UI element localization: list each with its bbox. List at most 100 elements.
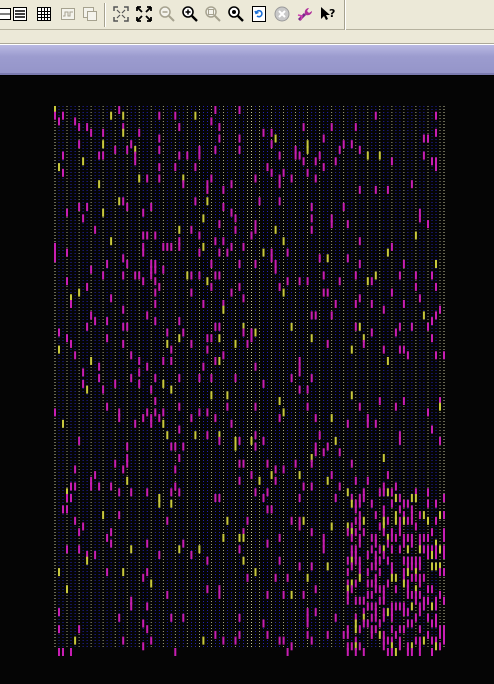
- layout-cell-mark: [398, 545, 401, 554]
- layout-cell-mark: [86, 203, 89, 211]
- layout-cell-mark: [439, 630, 441, 639]
- layout-cell-mark: [178, 225, 181, 234]
- layout-cell-mark: [338, 448, 341, 457]
- magnifier-area-icon: [204, 5, 222, 23]
- layout-cell-mark: [410, 562, 413, 571]
- layout-cell-mark: [366, 619, 369, 628]
- layout-cell-mark: [254, 568, 257, 577]
- layout-cell-mark: [443, 596, 445, 605]
- layout-cell-mark: [186, 271, 189, 280]
- layout-cell-mark: [126, 459, 129, 468]
- layout-cell-mark: [366, 151, 369, 160]
- layout-cell-mark: [178, 402, 181, 411]
- layout-cell-mark: [390, 157, 393, 166]
- layout-cell-mark: [334, 157, 337, 166]
- layout-cell-mark: [186, 151, 189, 160]
- layout-cell-mark: [110, 528, 113, 537]
- layout-cell-mark: [414, 613, 417, 622]
- layout-cell-mark: [78, 288, 81, 297]
- layout-cell-mark: [290, 374, 293, 383]
- toolbar: ?: [0, 0, 494, 30]
- zoom-select-button[interactable]: [226, 4, 246, 24]
- layout-cell-mark: [74, 516, 77, 525]
- layout-cell-mark: [350, 533, 353, 542]
- layout-cell-mark: [242, 556, 245, 565]
- layout-cell-mark: [214, 322, 217, 331]
- window-title-bar[interactable]: [0, 44, 494, 75]
- magnifier-minus-icon: [158, 5, 176, 23]
- layout-cell-mark: [422, 311, 425, 320]
- layout-cell-mark: [431, 317, 433, 326]
- layout-cell-mark: [234, 214, 237, 223]
- layout-cell-mark: [94, 471, 97, 480]
- layout-cell-mark: [274, 265, 277, 274]
- layout-cell-mark: [431, 648, 433, 656]
- zoom-in-button[interactable]: [180, 4, 200, 24]
- layout-cell-mark: [435, 551, 437, 559]
- layout-cell-mark: [142, 414, 145, 423]
- zoom-fit-button[interactable]: [111, 4, 131, 24]
- tools-button[interactable]: [295, 4, 315, 24]
- layout-cell-mark: [435, 619, 437, 628]
- layout-cell-mark: [126, 203, 129, 211]
- layout-cell-mark: [406, 351, 409, 360]
- layout-cell-mark: [358, 294, 361, 303]
- layout-cell-mark: [378, 397, 381, 405]
- layout-cell-mark: [406, 499, 409, 508]
- schematic-view-button[interactable]: [80, 4, 100, 24]
- zoom-out-button[interactable]: [157, 4, 177, 24]
- layout-cell-mark: [282, 237, 285, 246]
- layout-cell-mark: [218, 248, 221, 257]
- layout-cell-mark: [130, 140, 133, 149]
- layout-cell-mark: [102, 208, 105, 217]
- layout-cell-mark: [322, 134, 325, 143]
- zoom-fit-icon: [112, 5, 130, 23]
- layout-cell-mark: [202, 362, 205, 371]
- layout-cell-mark: [82, 214, 85, 223]
- layout-cell-mark: [414, 636, 417, 645]
- layout-cell-mark: [282, 408, 285, 417]
- svg-text:?: ?: [329, 7, 335, 20]
- layout-cell-mark: [362, 596, 365, 605]
- layout-cell-mark: [354, 579, 357, 588]
- layout-cell-mark: [370, 533, 373, 542]
- layout-cell-mark: [390, 488, 393, 497]
- stop-button[interactable]: [272, 4, 292, 24]
- layout-cell-mark: [386, 636, 389, 645]
- zoom-area-button[interactable]: [203, 4, 223, 24]
- layout-cell-mark: [390, 499, 393, 508]
- layout-canvas[interactable]: [0, 76, 494, 684]
- layout-cell-mark: [58, 625, 60, 634]
- list-view-button[interactable]: [10, 4, 30, 24]
- layout-cell-mark: [158, 499, 161, 508]
- layout-cell-mark: [386, 471, 389, 480]
- layout-cell-mark: [318, 431, 321, 440]
- layout-cell-mark: [246, 339, 249, 348]
- layout-cell-mark: [358, 260, 361, 268]
- layout-cell-mark: [210, 260, 213, 268]
- layout-cell-mark: [410, 602, 413, 611]
- layout-cell-mark: [126, 476, 129, 485]
- layout-cell-mark: [402, 260, 405, 268]
- layout-cell-mark: [170, 499, 173, 508]
- layout-cell-mark: [262, 248, 265, 257]
- layout-cell-mark: [150, 579, 153, 588]
- layout-cell-mark: [418, 562, 421, 571]
- refresh-button[interactable]: [249, 4, 269, 24]
- layout-cell-mark: [270, 254, 273, 263]
- layout-cell-mark: [350, 345, 353, 354]
- context-help-button[interactable]: ?: [318, 4, 338, 24]
- layout-cell-mark: [431, 528, 433, 537]
- layout-cell-mark: [258, 476, 261, 485]
- zoom-full-button[interactable]: [134, 4, 154, 24]
- layout-cell-mark: [234, 339, 237, 348]
- layout-cell-mark: [418, 294, 421, 303]
- layout-cell-mark: [158, 145, 161, 154]
- layout-cell-mark: [238, 145, 241, 154]
- layout-cell-mark: [394, 402, 397, 411]
- layout-cell-mark: [370, 590, 373, 599]
- layout-cell-mark: [138, 357, 141, 365]
- layout-cell-mark: [126, 260, 129, 268]
- table-view-button[interactable]: [34, 4, 54, 24]
- wave-view-button[interactable]: [58, 4, 78, 24]
